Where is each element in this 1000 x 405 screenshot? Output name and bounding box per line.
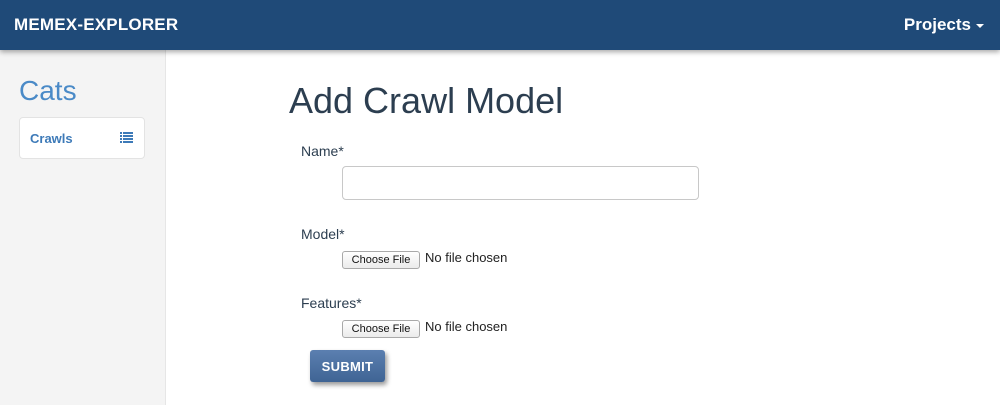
name-label: Name* (301, 143, 344, 159)
projects-dropdown-label: Projects (903, 15, 971, 34)
sidebar-item-crawls[interactable]: Crawls (19, 117, 145, 159)
list-icon (120, 132, 133, 143)
brand-link[interactable]: MEMEX-EXPLORER (14, 15, 178, 35)
caret-down-icon (976, 24, 984, 28)
projects-dropdown[interactable]: Projects (903, 15, 984, 35)
model-label: Model* (301, 226, 345, 242)
sidebar-item-label: Crawls (30, 131, 73, 146)
model-choose-file-button[interactable]: Choose File (342, 251, 420, 269)
submit-button[interactable]: SUBMIT (310, 350, 385, 382)
model-file-status: No file chosen (425, 250, 508, 265)
project-title[interactable]: Cats (19, 75, 77, 107)
features-file-status: No file chosen (425, 319, 508, 334)
features-choose-file-button[interactable]: Choose File (342, 320, 420, 338)
name-input[interactable] (342, 166, 699, 200)
page-title: Add Crawl Model (289, 80, 564, 121)
features-label: Features* (301, 295, 362, 311)
top-navbar: MEMEX-EXPLORER Projects (0, 0, 1000, 50)
